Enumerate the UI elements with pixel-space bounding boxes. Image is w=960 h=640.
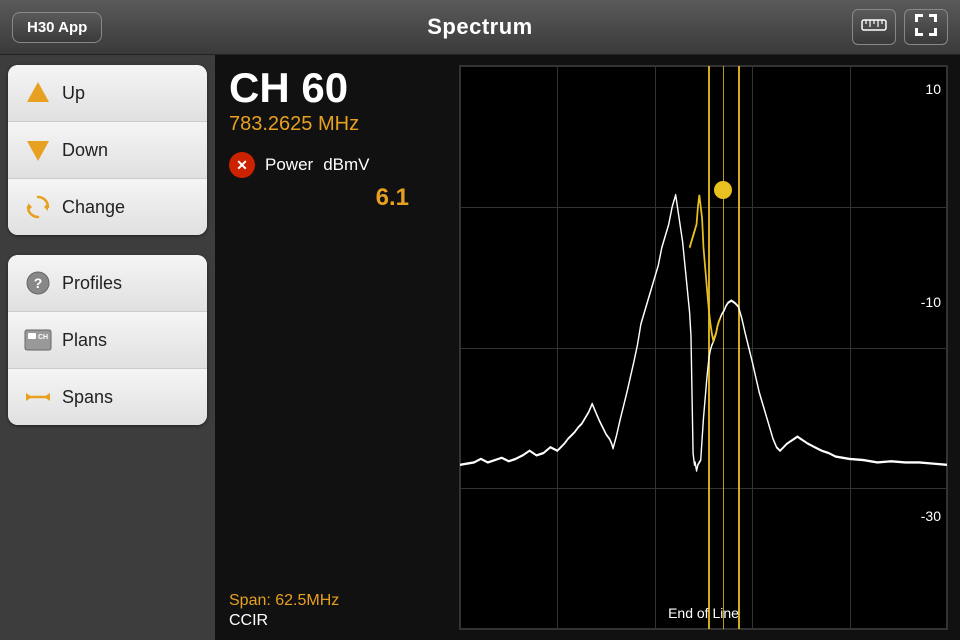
ruler-button[interactable] <box>852 9 896 45</box>
nav-group: Up Down Cha <box>8 65 207 235</box>
header: H30 App Spectrum <box>0 0 960 55</box>
main: Up Down Cha <box>0 55 960 640</box>
info-panel: CH 60 783.2625 MHz ✕ Power dBmV 6.1 Span… <box>229 65 449 630</box>
span-label: Span: 62.5MHz <box>229 592 449 610</box>
content-area: CH 60 783.2625 MHz ✕ Power dBmV 6.1 Span… <box>215 55 960 640</box>
standard-label: CCIR <box>229 612 449 630</box>
channel-frequency: 783.2625 MHz <box>229 113 449 136</box>
down-button[interactable]: Down <box>8 122 207 179</box>
power-value: 6.1 <box>229 184 449 212</box>
plans-icon: CH <box>24 326 52 354</box>
svg-text:CH: CH <box>38 334 48 341</box>
select-button[interactable] <box>904 9 948 45</box>
select-icon <box>913 12 939 43</box>
header-title: Spectrum <box>427 14 532 40</box>
profiles-group: ? Profiles CH Plans <box>8 255 207 425</box>
plans-button[interactable]: CH Plans <box>8 312 207 369</box>
spectrum-chart: 10 -10 -30 End of Line <box>459 65 948 630</box>
sidebar: Up Down Cha <box>0 55 215 640</box>
power-unit: dBmV <box>323 155 369 175</box>
power-status-icon: ✕ <box>229 152 255 178</box>
up-button[interactable]: Up <box>8 65 207 122</box>
header-left: H30 App <box>12 12 102 43</box>
spans-icon <box>24 383 52 411</box>
change-button[interactable]: Change <box>8 179 207 235</box>
spectrum-svg <box>460 66 947 629</box>
x-label: End of Line <box>668 605 739 621</box>
change-icon <box>24 193 52 221</box>
channel-name: CH 60 <box>229 65 449 111</box>
up-arrow-icon <box>24 79 52 107</box>
h30-app-button[interactable]: H30 App <box>12 12 102 43</box>
power-label: Power <box>265 155 313 175</box>
header-right <box>852 9 948 45</box>
svg-text:?: ? <box>34 275 43 291</box>
spans-button[interactable]: Spans <box>8 369 207 425</box>
power-row: ✕ Power dBmV <box>229 152 449 178</box>
profiles-icon: ? <box>24 269 52 297</box>
down-arrow-icon <box>24 136 52 164</box>
ruler-icon <box>861 15 887 40</box>
profiles-button[interactable]: ? Profiles <box>8 255 207 312</box>
